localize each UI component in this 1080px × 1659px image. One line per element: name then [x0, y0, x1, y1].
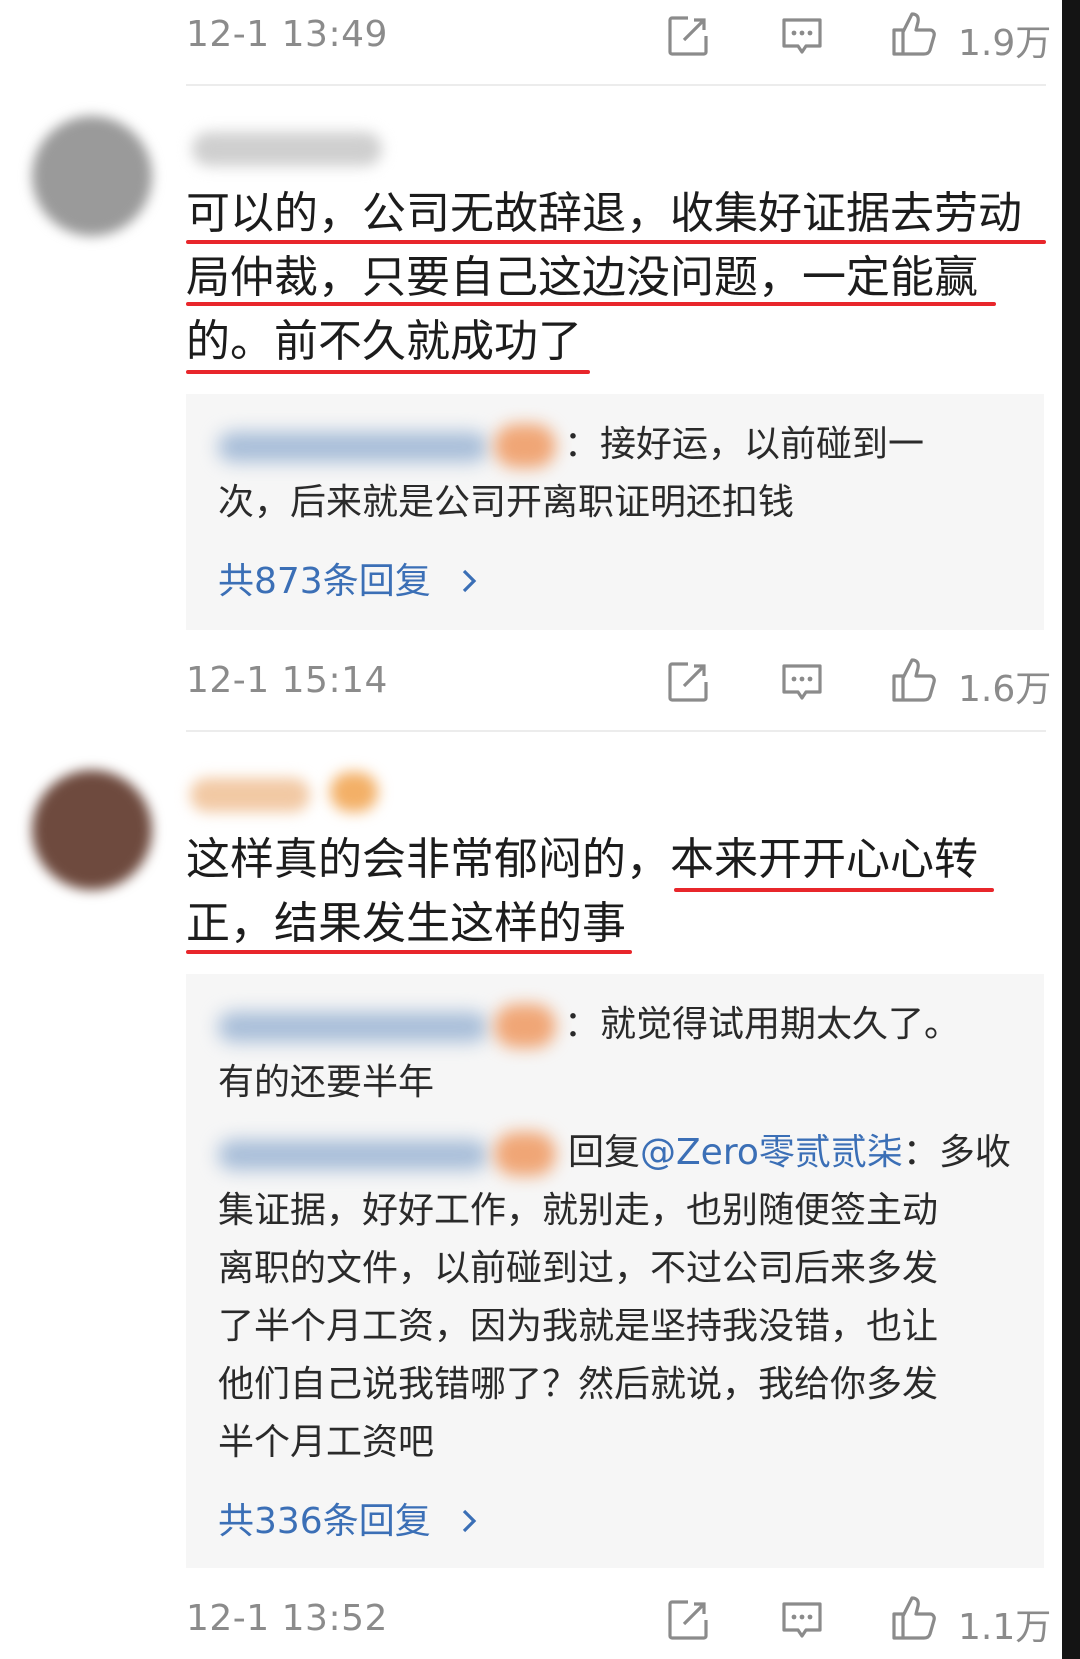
thumbs-up-icon[interactable]: [890, 10, 938, 58]
reply-line: 集证据，好好工作，就别走，也别随便签主动: [218, 1190, 939, 1231]
comment-text: 可以的，公司无故辞退，收集好证据去劳动 局仲裁，只要自己这边没问题，一定能赢 的…: [186, 182, 1056, 374]
reply-line: 回复@Zero零贰贰柒：多收: [218, 1124, 1038, 1182]
chevron-right-icon: [463, 569, 477, 593]
red-underline: [186, 302, 996, 306]
comment-time: 12-1 15:14: [186, 660, 388, 701]
screen-edge-bar: [1062, 0, 1080, 1659]
more-replies-label[interactable]: 共336条回复: [218, 1501, 431, 1542]
comment-icon[interactable]: [780, 660, 824, 704]
reply-text: 回复@Zero零贰贰柒：多收 集证据，好好工作，就别走，也别随便签主动 离职的文…: [218, 1124, 1038, 1472]
red-underline: [186, 950, 632, 954]
thumbs-up-icon[interactable]: [890, 656, 938, 704]
user-badge-blurred: [330, 772, 378, 812]
comment-span: 本来开开心心转: [670, 834, 978, 885]
comment-icon[interactable]: [780, 14, 824, 58]
reply-line: 有的还要半年: [218, 1062, 435, 1103]
reply-text: ：就觉得试用期太久了。 有的还要半年: [218, 996, 1018, 1112]
share-icon[interactable]: [666, 14, 710, 58]
comment-line: 正，结果发生这样的事: [186, 898, 626, 949]
username-blurred[interactable]: [192, 132, 382, 166]
username-blurred[interactable]: [190, 778, 310, 812]
reply-text: ：接好运，以前碰到一 次，后来就是公司开离职证明还扣钱: [218, 416, 1018, 532]
mention-link[interactable]: @Zero零贰贰柒: [640, 1132, 903, 1173]
reply-line: 了半个月工资，因为我就是坚持我没错，也让: [218, 1306, 939, 1347]
reply-span: ：多收: [902, 1132, 1011, 1173]
like-count: 1.9万: [958, 23, 1052, 64]
divider: [186, 730, 1046, 732]
reply-line: ：接好运，以前碰到一: [564, 424, 925, 465]
like-count: 1.6万: [958, 669, 1052, 710]
share-icon[interactable]: [666, 1598, 710, 1642]
more-replies-label[interactable]: 共873条回复: [218, 561, 431, 602]
comment-time: 12-1 13:52: [186, 1598, 388, 1639]
thumbs-up-icon[interactable]: [890, 1594, 938, 1642]
comment-icon[interactable]: [780, 1598, 824, 1642]
reply-prefix: 回复: [568, 1132, 641, 1173]
comment-text: 这样真的会非常郁闷的，本来开开心心转 正，结果发生这样的事: [186, 828, 1056, 956]
reply-line: 离职的文件，以前碰到过，不过公司后来多发: [218, 1248, 939, 1289]
reply-line: 半个月工资吧: [218, 1422, 435, 1463]
comment-line: 这样真的会非常郁闷的，本来开开心心转: [186, 828, 1056, 892]
share-icon[interactable]: [666, 660, 710, 704]
comment-line: 的。前不久就成功了: [186, 316, 582, 367]
reply-line: 他们自己说我错哪了？然后就说，我给你多发: [218, 1364, 939, 1405]
reply-line: ：就觉得试用期太久了。: [564, 1004, 961, 1045]
divider: [186, 84, 1046, 86]
post-time: 12-1 13:49: [186, 14, 388, 55]
comment-line: 局仲裁，只要自己这边没问题，一定能赢: [186, 252, 978, 303]
reply-line: 次，后来就是公司开离职证明还扣钱: [218, 482, 795, 523]
avatar[interactable]: [32, 770, 152, 890]
red-underline: [186, 240, 1046, 244]
comment-span: 这样真的会非常郁闷的，: [186, 834, 670, 885]
red-underline: [674, 888, 994, 892]
chevron-right-icon: [463, 1509, 477, 1533]
comment-line: 可以的，公司无故辞退，收集好证据去劳动: [186, 188, 1022, 239]
red-underline: [186, 370, 590, 374]
avatar[interactable]: [32, 116, 152, 236]
like-count: 1.1万: [958, 1607, 1052, 1648]
more-replies-link[interactable]: 共336条回复: [218, 1492, 482, 1544]
more-replies-link[interactable]: 共873条回复: [218, 552, 482, 604]
